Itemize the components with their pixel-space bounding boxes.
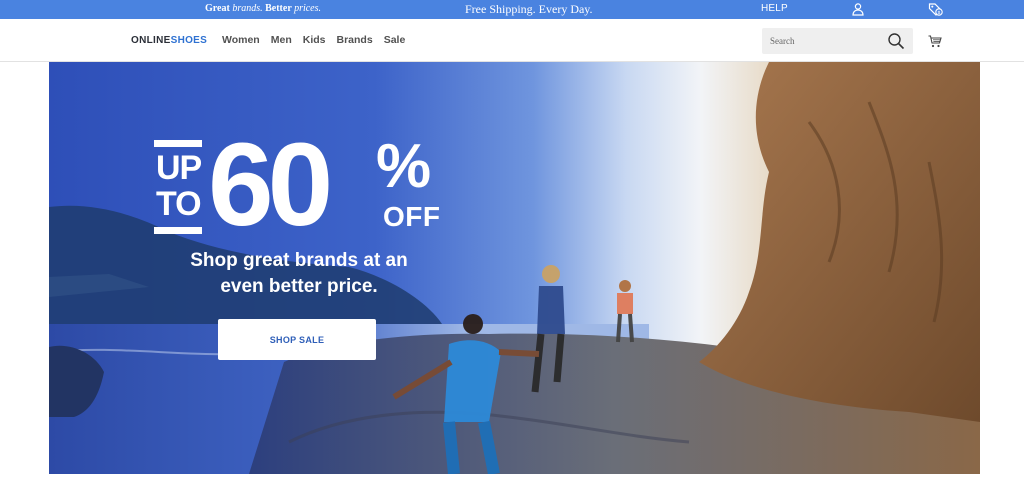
up-to-block: UP TO: [154, 140, 204, 234]
search-box: [762, 28, 913, 54]
tag-icon[interactable]: $: [928, 2, 944, 16]
top-promo-bar: Great brands. Better prices. Free Shippi…: [0, 0, 1024, 19]
nav-brands[interactable]: Brands: [337, 34, 373, 46]
nav-kids[interactable]: Kids: [303, 34, 326, 46]
shop-sale-button[interactable]: SHOP SALE: [218, 319, 376, 360]
up-to-top-bar: [154, 140, 202, 147]
tagline-brands: brands.: [232, 3, 263, 14]
to-text: TO: [156, 185, 202, 223]
up-to-bottom-bar: [154, 227, 202, 234]
discount-number: 60: [208, 119, 333, 251]
main-header: ONLINESHOES Women Men Kids Brands Sale: [0, 19, 1024, 62]
hero-banner[interactable]: UP TO 60 % OFF Shop great brands at an e…: [49, 62, 980, 474]
percent-sign: %: [376, 132, 432, 201]
nav-women[interactable]: Women: [222, 34, 260, 46]
site-logo[interactable]: ONLINESHOES: [131, 35, 207, 46]
help-link[interactable]: HELP: [761, 3, 788, 14]
logo-shoes: SHOES: [170, 35, 208, 46]
main-nav: Women Men Kids Brands Sale: [222, 34, 416, 46]
tagline: Great brands. Better prices.: [205, 3, 321, 14]
cart-icon[interactable]: [928, 35, 942, 48]
tagline-prefix: Great: [205, 3, 233, 14]
up-text: UP: [156, 149, 202, 187]
search-icon[interactable]: [887, 32, 905, 50]
search-input[interactable]: [770, 33, 880, 49]
user-icon[interactable]: [851, 2, 865, 16]
tagline-prices: prices.: [294, 3, 322, 14]
hero-subheadline: Shop great brands at an even better pric…: [190, 250, 408, 297]
tagline-middle: Better: [262, 3, 295, 14]
off-text: OFF: [383, 201, 441, 232]
free-shipping-message: Free Shipping. Every Day.: [465, 2, 593, 16]
nav-sale[interactable]: Sale: [384, 34, 406, 46]
svg-text:$: $: [938, 10, 941, 16]
promo-headline: UP TO 60 % OFF: [154, 120, 444, 250]
nav-men[interactable]: Men: [271, 34, 292, 46]
logo-online: ONLINE: [131, 35, 171, 46]
